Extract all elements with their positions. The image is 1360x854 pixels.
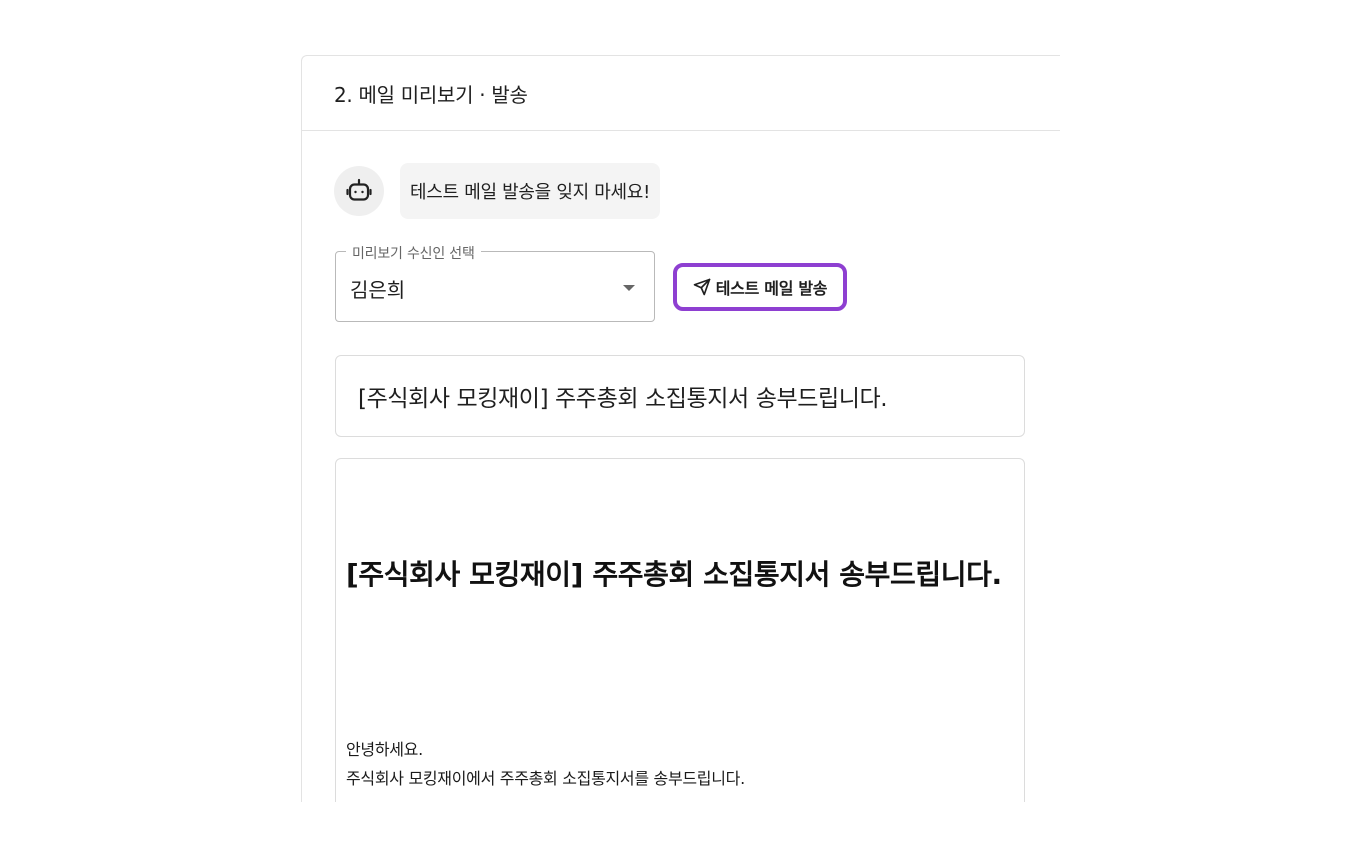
- mail-paragraph: 안녕하세요.: [346, 740, 423, 759]
- send-icon: [693, 278, 711, 296]
- mail-paragraph: 주식회사 모킹재이에서 주주총회 소집통지서를 송부드립니다.: [346, 769, 745, 788]
- mail-heading: [주식회사 모킹재이] 주주총회 소집통지서 송부드립니다.: [346, 558, 1002, 591]
- mail-subject: [주식회사 모킹재이] 주주총회 소집통지서 송부드립니다.: [335, 355, 1025, 437]
- panel-header: 2. 메일 미리보기 · 발송: [302, 56, 1060, 131]
- recipient-select[interactable]: 미리보기 수신인 선택 김은희: [335, 243, 655, 322]
- recipient-select-value: 김은희: [350, 278, 406, 302]
- mail-subject-text: [주식회사 모킹재이] 주주총회 소집통지서 송부드립니다.: [358, 386, 888, 412]
- robot-icon: [334, 166, 384, 216]
- mail-body-preview: [주식회사 모킹재이] 주주총회 소집통지서 송부드립니다. 안녕하세요. 주식…: [335, 458, 1025, 802]
- assistant-message: 테스트 메일 발송을 잊지 마세요!: [400, 163, 660, 219]
- recipient-select-label: 미리보기 수신인 선택: [346, 243, 481, 263]
- test-send-label: 테스트 메일 발송: [715, 279, 828, 298]
- mail-preview-panel: 2. 메일 미리보기 · 발송 테스트 메일 발송을 잊지 마세요! 미리보기 …: [301, 55, 1060, 802]
- caret-down-icon: [623, 285, 635, 291]
- test-send-button[interactable]: 테스트 메일 발송: [673, 263, 847, 311]
- section-title: 2. 메일 미리보기 · 발송: [334, 82, 528, 107]
- assistant-tip: 테스트 메일 발송을 잊지 마세요!: [334, 163, 660, 219]
